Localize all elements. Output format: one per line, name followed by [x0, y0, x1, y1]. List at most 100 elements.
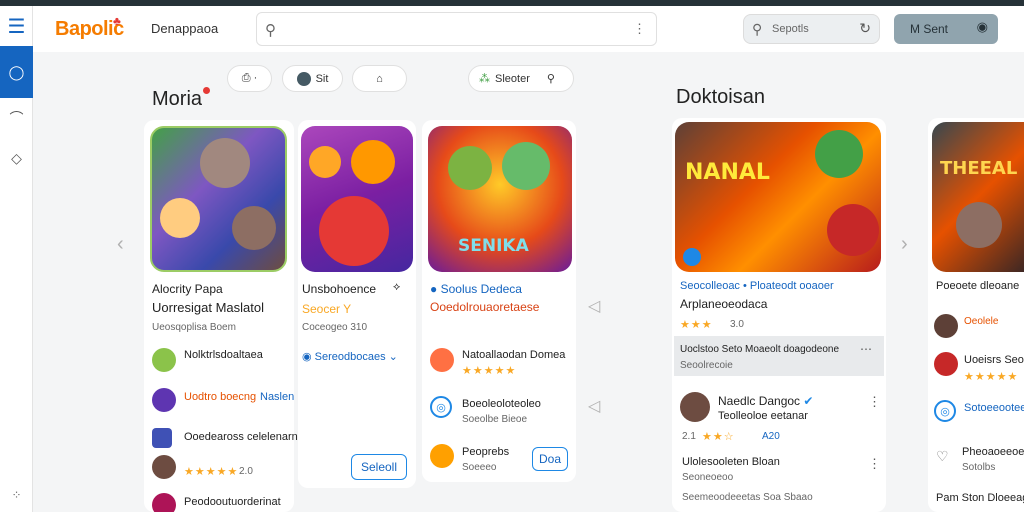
- app-2-pill[interactable]: ◉ Sereodbocaes ⌄: [302, 350, 398, 363]
- send-status-icon: ◉: [976, 19, 988, 34]
- app-4-rating: 3.0: [730, 319, 744, 330]
- filter-search-icon: ⚲: [546, 73, 555, 85]
- app-4-row3: Seemeoodeeetas Soa Sbaao: [682, 492, 813, 503]
- home-nav-icon[interactable]: ◯: [0, 46, 33, 98]
- developer-2-avatar: [152, 388, 176, 412]
- app-5-hero: [956, 202, 1002, 248]
- bag-icon: ⌂: [376, 72, 383, 85]
- app-4-dev-meta: 2.1: [682, 431, 696, 442]
- app-4-dev-title[interactable]: Naedlc Dangoc ✔: [718, 394, 813, 408]
- app-4-art-title: NANAL: [685, 160, 770, 185]
- download-button[interactable]: Doa: [532, 447, 568, 471]
- leaf-nav-icon[interactable]: ⌒: [0, 98, 33, 138]
- app-2-title[interactable]: Unsbohoence: [302, 282, 376, 296]
- row2-more-icon[interactable]: ⋮: [868, 456, 881, 472]
- app-art-2: [301, 126, 413, 272]
- search-input[interactable]: [289, 20, 629, 40]
- note-more-icon[interactable]: ⋯: [860, 342, 872, 356]
- mascot-green-1: [448, 146, 492, 190]
- app-4-note-sub: Seoolrecoie: [680, 360, 733, 371]
- card-nav-icon-2[interactable]: ◁: [588, 396, 600, 416]
- mascot-body-red: [319, 196, 389, 266]
- mascot-head-small: [309, 146, 341, 178]
- secondary-search[interactable]: ⚲ Sepotls ↻: [743, 14, 880, 44]
- chevron-down-icon: ⌄: [385, 351, 398, 363]
- developer-8-avatar: [934, 314, 958, 338]
- app-4-row2-sub: Seoneoeoo: [682, 472, 734, 483]
- select-button[interactable]: Seleoll: [351, 454, 407, 480]
- hero-face-1: [160, 198, 200, 238]
- hero-face-2: [232, 206, 276, 250]
- app-3-row2-sub: Soeolbe Bieoe: [462, 414, 528, 425]
- app-2-menu-icon[interactable]: ⟡: [393, 281, 400, 294]
- section-title-left: Moria: [152, 88, 203, 110]
- app-3-title[interactable]: ● Soolus Dedeca: [430, 282, 522, 296]
- developer-9-avatar: [934, 352, 958, 376]
- developer-label: Denappaoa: [151, 21, 219, 36]
- app-1-row2-label: Uodtro boecng: [184, 391, 257, 403]
- app-4-row2: Ulolesooleten Bloan: [682, 456, 780, 468]
- app-4-note: Uoclstoo Seto Moaeolt doagodeone: [680, 344, 840, 355]
- app-1-row1: Nolktrlsdoaltaea: [184, 349, 263, 361]
- developer-1-avatar: [152, 348, 176, 372]
- app-3-art-title: SENIKA: [458, 236, 529, 256]
- app-5-title[interactable]: Poeoete dleoane: [936, 280, 1019, 292]
- app-1-row2-link[interactable]: Naslen: [260, 391, 294, 403]
- search-bar[interactable]: ⚲ ⋮: [256, 12, 657, 46]
- share-button[interactable]: ⎙ ·: [227, 65, 272, 92]
- dev-more-icon[interactable]: ⋮: [868, 394, 881, 410]
- side-rail: ☰ ◯ ⌒ ◇ ⁘: [0, 6, 33, 512]
- art-badge-icon: [683, 248, 701, 266]
- verified-icon: ✔: [800, 394, 814, 408]
- app-card-5[interactable]: THEEAL Poeoete dleoane Oeolele Uoeisrs S…: [928, 118, 1024, 512]
- send-button[interactable]: M Sent ◉: [894, 14, 998, 44]
- app-2-meta: Coceogeo 310: [302, 322, 368, 333]
- app-4-title[interactable]: Seocolleoac • Ploateodt ooaoer: [680, 280, 834, 292]
- app-card-3[interactable]: SENIKA ● Soolus Dedeca Ooedolrouaoretaes…: [422, 120, 576, 482]
- app-3-row2: Boeoleoloteoleo: [462, 398, 541, 410]
- bag-button[interactable]: ⌂: [352, 65, 407, 92]
- app-5-bottom: Pam Ston Dloeeag: [936, 492, 1024, 504]
- app-3-row3: Peoprebs: [462, 446, 510, 458]
- app-4-dev-meta-link[interactable]: A20: [762, 431, 780, 442]
- filter-pill-label: Sleoter: [495, 72, 530, 85]
- app-3-badge-icon: ◎: [430, 396, 452, 418]
- filter-pill[interactable]: ⁂ Sleoter ⚲: [468, 65, 574, 92]
- hamburger-menu-icon[interactable]: ☰: [0, 6, 33, 46]
- user-pill[interactable]: Sit: [282, 65, 343, 92]
- app-1-row3: Ooedeaross celelenarnatie: [184, 431, 316, 443]
- apps-grid-icon[interactable]: ⁘: [0, 488, 33, 502]
- app-card-1[interactable]: Alocrity Papa Uorresigat Maslatol Ueosqo…: [144, 120, 315, 512]
- app-2-pill-icon: ◉: [302, 351, 315, 363]
- app-1-bottom: Peodooutuorderinat: [184, 496, 281, 508]
- developer-5-avatar: [430, 348, 454, 372]
- developer-3-avatar: [152, 455, 176, 479]
- app-card-2[interactable]: Unsbohoence ⟡ Seocer Y Coceogeo 310 ◉ Se…: [298, 120, 416, 488]
- bookmark-nav-icon[interactable]: ◇: [0, 138, 33, 178]
- app-4-dev-stars: ★★☆: [702, 431, 735, 443]
- developer-4-avatar: [152, 493, 176, 512]
- user-pill-label: Sit: [315, 72, 329, 85]
- more-options-icon[interactable]: ⋮: [633, 21, 646, 37]
- mascot-green-2: [502, 142, 550, 190]
- app-4-dev-title-label: Naedlc Dangoc: [718, 394, 801, 408]
- mascot-red-hero: [827, 204, 879, 256]
- app-5-row4: Pheoaoeeoe: [962, 446, 1024, 458]
- app-art-3: SENIKA: [428, 126, 572, 272]
- mascot-head-orange: [351, 140, 395, 184]
- prev-arrow-icon[interactable]: ‹: [117, 233, 124, 256]
- top-header: Bapolic ♣ Denappaoa ⚲ ⋮ ⚲ Sepotls ↻ M Se…: [33, 6, 1024, 52]
- app-4-stars: ★★★: [680, 319, 713, 331]
- heart-icon[interactable]: ♡: [936, 448, 949, 465]
- developer-7-avatar: [680, 392, 710, 422]
- app-5-art-title: THEEAL: [940, 158, 1018, 179]
- app-card-4[interactable]: NANAL Seocolleoac • Ploateodt ooaoer Arp…: [672, 118, 886, 512]
- app-art-1: [150, 126, 287, 272]
- app-3-row1: Natoallaodan Domea: [462, 349, 566, 361]
- card-nav-icon[interactable]: ◁: [588, 296, 600, 316]
- next-arrow-icon[interactable]: ›: [901, 233, 908, 256]
- app-5-badge-icon: ◎: [934, 400, 956, 422]
- app-1-title[interactable]: Alocrity Papa: [152, 282, 223, 296]
- app-4-subtitle: Arplaneoeodaca: [680, 297, 768, 311]
- refresh-icon[interactable]: ↻: [859, 20, 871, 37]
